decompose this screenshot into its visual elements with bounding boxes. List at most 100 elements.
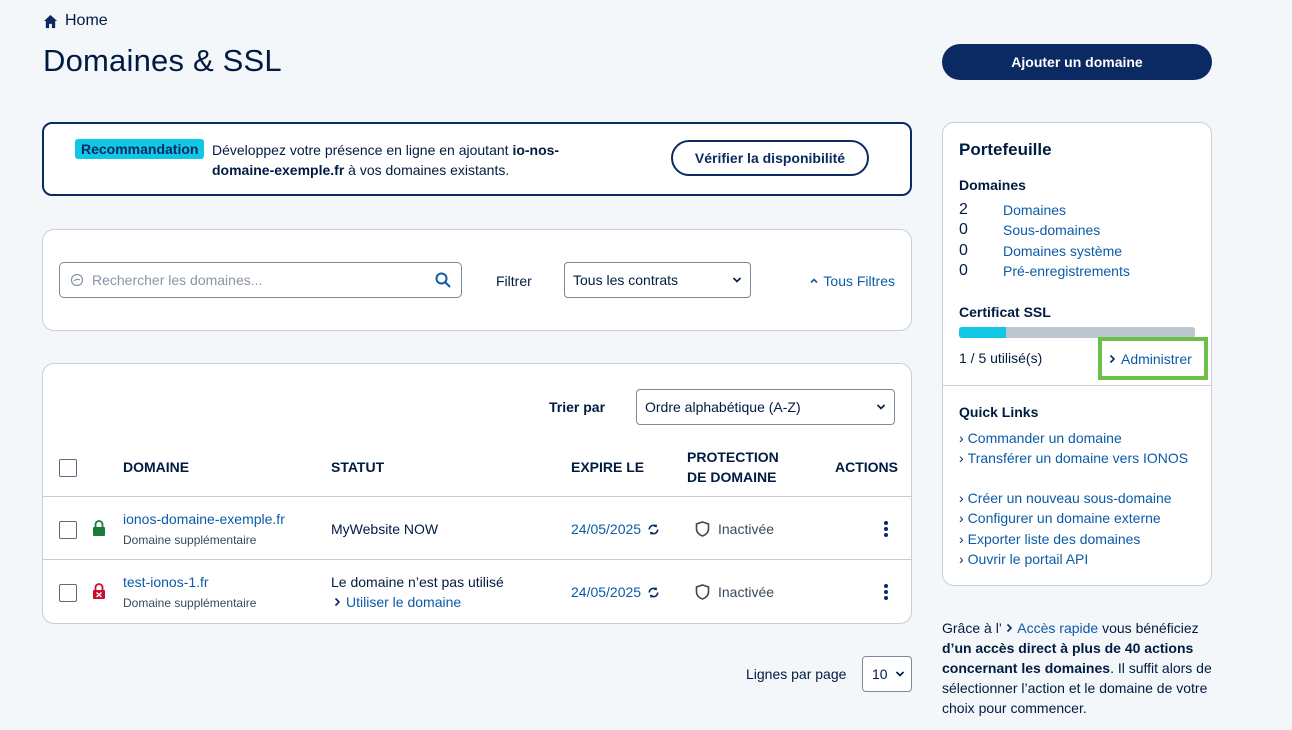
domain-link[interactable]: ionos-domaine-exemple.fr xyxy=(123,511,285,527)
sort-label: Trier par xyxy=(549,399,606,415)
rows-per-page-value: 10 xyxy=(872,666,888,682)
quick-access-info: Grâce à l’ Accès rapide vous bénéficiez … xyxy=(942,618,1212,718)
domains-table-card: Trier par Ordre alphabétique (A-Z) DOMAI… xyxy=(42,363,912,624)
add-domain-button[interactable]: Ajouter un domaine xyxy=(942,44,1212,80)
shield-icon xyxy=(695,584,710,600)
header-expires[interactable]: EXPIRE LE xyxy=(571,457,644,477)
use-domain-link[interactable]: Utiliser le domaine xyxy=(333,594,461,610)
system-domains-link[interactable]: Domaines système xyxy=(1003,243,1122,259)
recommendation-text: Développez votre présence en ligne en aj… xyxy=(212,140,612,180)
domains-heading: Domaines xyxy=(959,177,1026,193)
expiry-date-value: 24/05/2025 xyxy=(571,521,642,537)
search-icon[interactable] xyxy=(435,272,451,288)
recommendation-banner: Recommandation Développez votre présence… xyxy=(42,122,912,196)
ssl-heading: Certificat SSL xyxy=(959,304,1051,320)
info-text-mid: vous bénéficiez xyxy=(1098,620,1199,636)
chevron-right-icon xyxy=(1007,623,1013,633)
domain-protection: Inactivée xyxy=(695,584,774,600)
row-divider xyxy=(43,496,911,497)
subdomains-link[interactable]: Sous-domaines xyxy=(1003,222,1100,238)
portfolio-panel: Portefeuille Domaines 2 Domaines 0 Sous-… xyxy=(942,122,1212,586)
system-domains-count: 0 xyxy=(959,242,968,259)
quick-links-heading: Quick Links xyxy=(959,404,1039,420)
row-divider xyxy=(43,559,911,560)
lock-error-icon xyxy=(93,583,105,599)
quick-link-transfer-domain[interactable]: › Transférer un domaine vers IONOS xyxy=(959,448,1199,468)
renew-icon xyxy=(648,586,659,598)
chevron-down-icon xyxy=(732,277,742,283)
header-protection: PROTECTION DE DOMAINE xyxy=(687,447,779,487)
home-icon xyxy=(43,14,58,28)
domain-protection: Inactivée xyxy=(695,521,774,537)
recommendation-text-after: à vos domaines existants. xyxy=(344,162,510,178)
expiry-date-value: 24/05/2025 xyxy=(571,584,642,600)
domain-type: Domaine supplémentaire xyxy=(123,596,257,610)
use-domain-label: Utiliser le domaine xyxy=(346,594,462,610)
chevron-down-icon xyxy=(895,671,905,677)
subdomains-count: 0 xyxy=(959,221,968,238)
quick-access-label: Accès rapide xyxy=(1017,620,1099,636)
administer-label: Administrer xyxy=(1121,350,1192,367)
chevron-up-icon xyxy=(810,278,818,284)
all-filters-toggle[interactable]: Tous Filtres xyxy=(809,273,895,289)
lock-icon xyxy=(93,520,105,536)
recommendation-badge: Recommandation xyxy=(75,139,205,159)
header-status: STATUT xyxy=(331,459,385,475)
header-actions: ACTIONS xyxy=(835,459,898,475)
filter-label: Filtrer xyxy=(496,273,532,289)
portfolio-divider xyxy=(943,385,1211,386)
check-availability-button[interactable]: Vérifier la disponibilité xyxy=(671,140,869,176)
ssl-usage-text: 1 / 5 utilisé(s) xyxy=(959,350,1043,366)
quick-link-label: Créer un nouveau sous-domaine xyxy=(967,490,1172,506)
quick-link-order-domain[interactable]: › Commander un domaine xyxy=(959,428,1199,448)
shield-icon xyxy=(695,521,710,537)
quick-link-label: Commander un domaine xyxy=(967,430,1122,446)
contract-select-value: Tous les contrats xyxy=(573,272,679,288)
domain-link[interactable]: test-ionos-1.fr xyxy=(123,574,209,590)
all-filters-label: Tous Filtres xyxy=(823,273,895,289)
chevron-down-icon xyxy=(876,404,886,410)
ssl-usage-fill xyxy=(959,327,1007,338)
preregistrations-count: 0 xyxy=(959,262,968,279)
header-domain[interactable]: DOMAINE xyxy=(123,457,189,477)
rows-per-page-label: Lignes par page xyxy=(746,666,847,682)
chevron-right-icon xyxy=(334,597,341,607)
quick-link-label: Ouvrir le portail API xyxy=(967,551,1089,567)
quick-link-create-subdomain[interactable]: › Créer un nouveau sous-domaine xyxy=(959,488,1199,508)
row-checkbox[interactable] xyxy=(59,521,77,539)
row-actions-menu[interactable] xyxy=(880,582,892,602)
quick-link-configure-external[interactable]: › Configurer un domaine externe xyxy=(959,508,1199,528)
info-text-before: Grâce à l’ xyxy=(942,620,1006,636)
sort-select-value: Ordre alphabétique (A-Z) xyxy=(645,399,801,415)
quick-link-label: Transférer un domaine vers IONOS xyxy=(967,450,1189,466)
sort-select[interactable]: Ordre alphabétique (A-Z) xyxy=(636,389,895,425)
recommendation-text-before: Développez votre présence en ligne en aj… xyxy=(212,142,513,158)
search-filter-card: Rechercher les domaines... Filtrer Tous … xyxy=(42,229,912,331)
domains-count: 2 xyxy=(959,201,968,218)
renew-icon xyxy=(648,523,659,535)
portfolio-title: Portefeuille xyxy=(959,140,1052,159)
search-type-icon xyxy=(70,273,84,287)
expiry-date[interactable]: 24/05/2025 xyxy=(571,584,660,600)
row-checkbox[interactable] xyxy=(59,584,77,602)
contract-select[interactable]: Tous les contrats xyxy=(564,262,751,298)
domains-link[interactable]: Domaines xyxy=(1003,202,1066,218)
quick-link-label: Configurer un domaine externe xyxy=(967,510,1161,526)
chevron-right-icon xyxy=(1109,354,1116,363)
quick-link-export-list[interactable]: › Exporter liste des domaines xyxy=(959,529,1199,549)
rows-per-page-select[interactable]: 10 xyxy=(862,656,912,692)
quick-link-label: Exporter liste des domaines xyxy=(967,531,1141,547)
quick-access-link[interactable]: Accès rapide xyxy=(1005,620,1098,636)
preregistrations-link[interactable]: Pré-enregistrements xyxy=(1003,263,1130,279)
protection-value: Inactivée xyxy=(718,584,775,600)
search-input[interactable]: Rechercher les domaines... xyxy=(59,262,462,298)
quick-link-api-portal[interactable]: › Ouvrir le portail API xyxy=(959,549,1199,569)
expiry-date[interactable]: 24/05/2025 xyxy=(571,521,660,537)
select-all-checkbox[interactable] xyxy=(59,459,77,477)
breadcrumb-home[interactable]: Home xyxy=(65,12,108,30)
breadcrumb[interactable]: Home xyxy=(43,12,108,30)
administer-link[interactable]: Administrer xyxy=(1098,337,1208,380)
domain-type: Domaine supplémentaire xyxy=(123,533,257,547)
row-actions-menu[interactable] xyxy=(880,519,892,539)
header-protection-line1: PROTECTION xyxy=(687,449,779,465)
